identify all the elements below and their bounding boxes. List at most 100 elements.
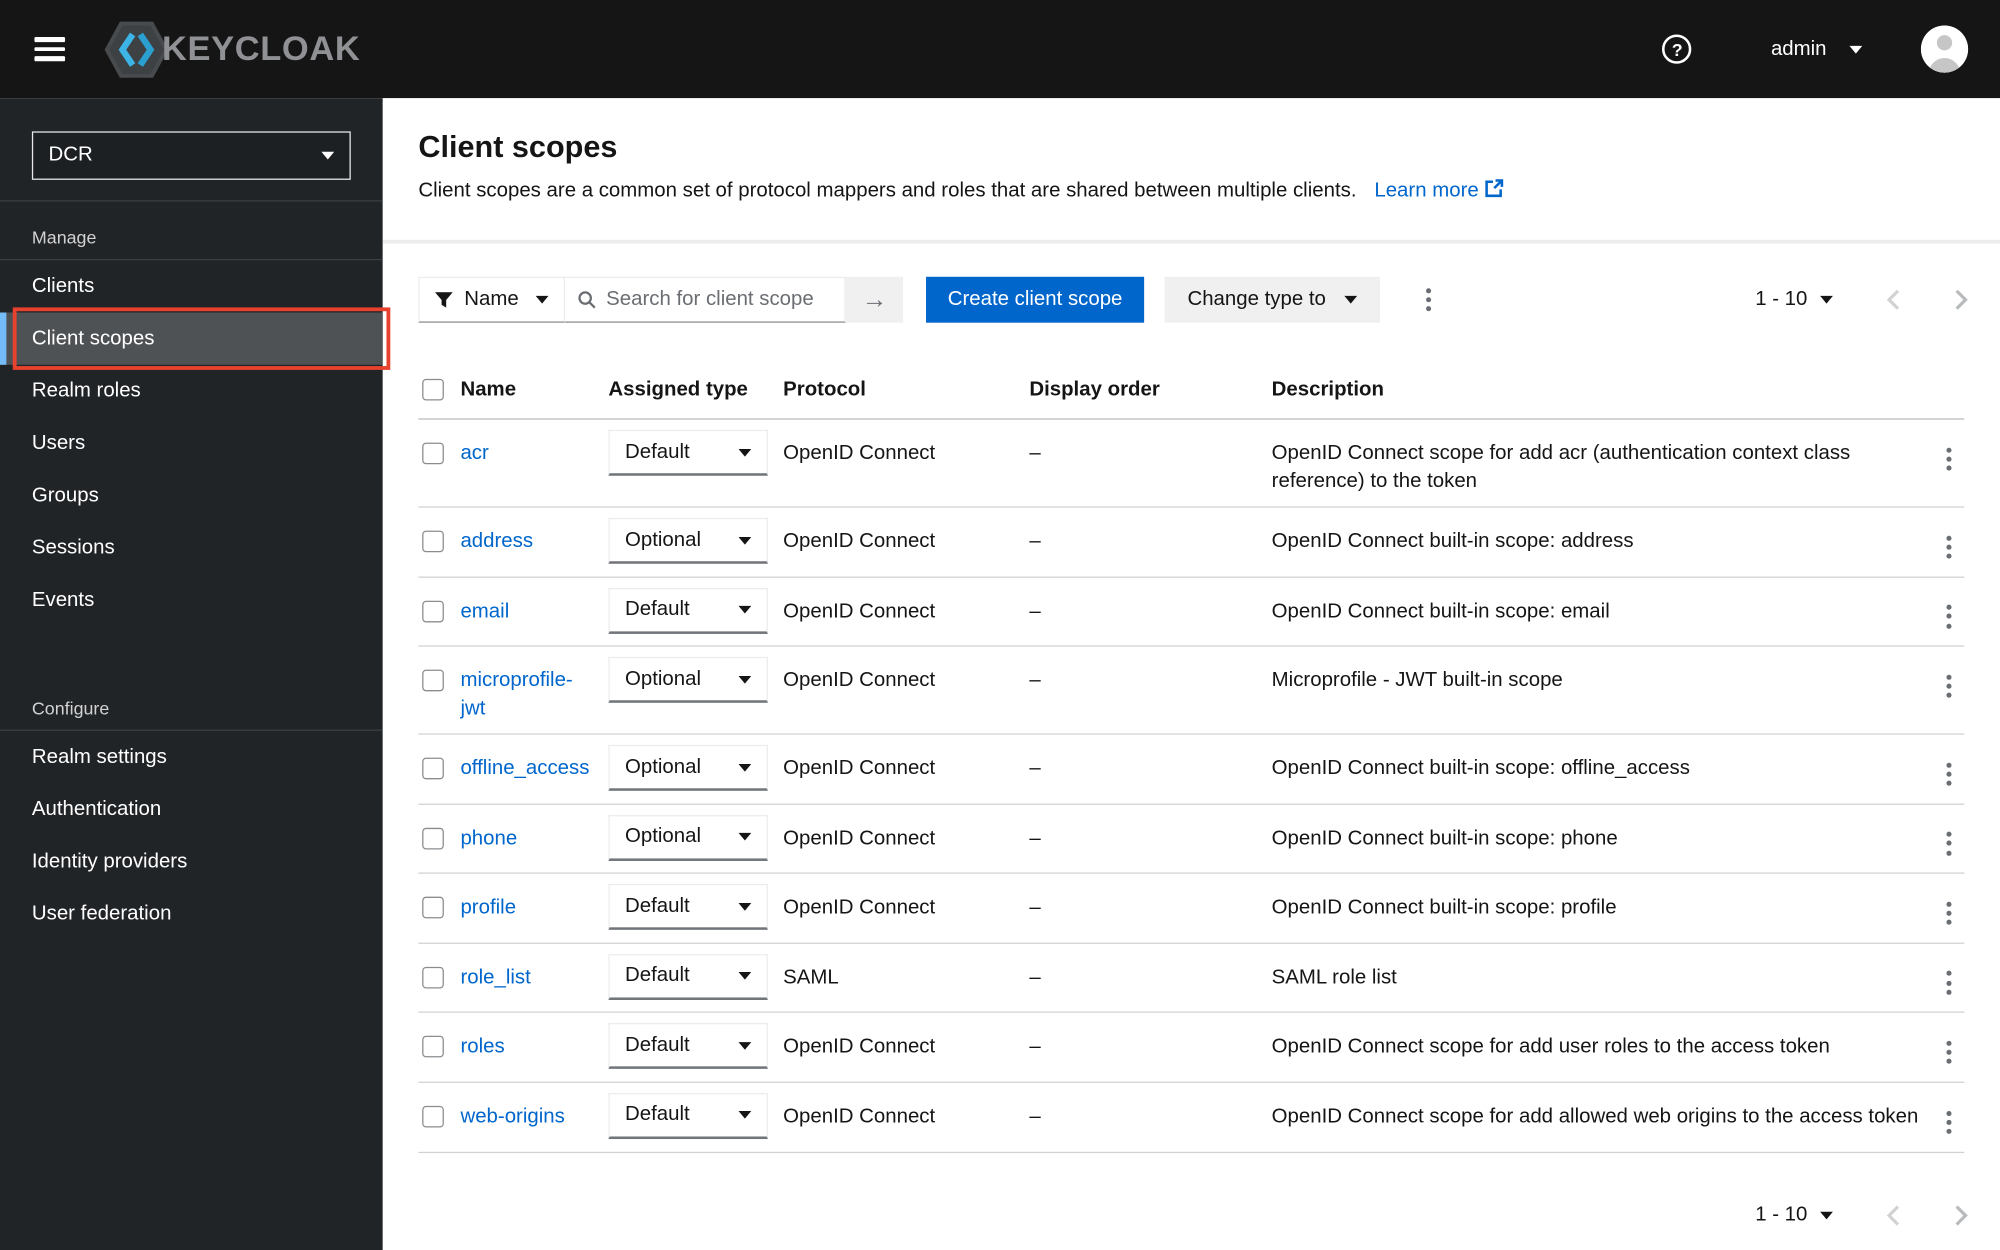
- row-kebab-icon[interactable]: [1941, 755, 1956, 793]
- client-scope-link[interactable]: phone: [460, 825, 517, 853]
- client-scope-link[interactable]: profile: [460, 894, 516, 922]
- assigned-type-select[interactable]: Optional: [608, 657, 768, 703]
- display-order-cell: –: [1029, 669, 1041, 692]
- row-kebab-icon[interactable]: [1941, 894, 1956, 932]
- filter-icon: [434, 291, 453, 308]
- assigned-type-select[interactable]: Optional: [608, 745, 768, 791]
- create-client-scope-button[interactable]: Create client scope: [926, 276, 1145, 323]
- chevron-right-icon[interactable]: [1954, 1203, 1968, 1226]
- table-row: role_list Default SAML – SAML role list: [418, 944, 1965, 1014]
- row-kebab-icon[interactable]: [1941, 825, 1956, 863]
- caret-down-icon: [738, 763, 752, 772]
- table-row: acr Default OpenID Connect – OpenID Conn…: [418, 420, 1965, 508]
- sidebar-item-groups[interactable]: Groups: [0, 469, 383, 521]
- pagination-range-dropdown[interactable]: 1 - 10: [1755, 288, 1833, 311]
- toolbar: Name → Create client scope Change type t…: [418, 276, 1968, 323]
- search-submit-button[interactable]: →: [845, 276, 904, 323]
- select-all-checkbox[interactable]: [422, 378, 444, 401]
- row-checkbox[interactable]: [422, 966, 444, 989]
- search-type-dropdown[interactable]: Name: [418, 276, 566, 323]
- protocol-cell: SAML: [783, 966, 839, 989]
- client-scope-link[interactable]: roles: [460, 1034, 504, 1062]
- row-checkbox[interactable]: [422, 827, 444, 850]
- row-kebab-icon[interactable]: [1941, 964, 1956, 1002]
- row-checkbox[interactable]: [422, 442, 444, 465]
- masthead-actions: ? admin: [1662, 25, 1969, 73]
- assigned-type-select[interactable]: Default: [608, 1023, 768, 1070]
- description-cell: Microprofile - JWT built-in scope: [1271, 669, 1563, 692]
- row-kebab-icon[interactable]: [1941, 440, 1956, 478]
- sidebar-item-user-federation[interactable]: User federation: [0, 888, 383, 940]
- row-checkbox[interactable]: [422, 897, 444, 919]
- row-checkbox[interactable]: [422, 757, 444, 780]
- sidebar-item-clients[interactable]: Clients: [0, 260, 383, 312]
- column-header-name: Name: [460, 378, 517, 401]
- assigned-type-select[interactable]: Default: [608, 587, 768, 634]
- caret-down-icon: [738, 536, 752, 545]
- row-kebab-icon[interactable]: [1941, 1034, 1956, 1072]
- help-icon[interactable]: ?: [1662, 34, 1692, 64]
- row-checkbox[interactable]: [422, 600, 444, 622]
- description-cell: OpenID Connect scope for add acr (authen…: [1271, 442, 1851, 493]
- change-type-dropdown[interactable]: Change type to: [1164, 276, 1380, 323]
- assigned-type-value: Optional: [624, 825, 702, 848]
- client-scope-link[interactable]: address: [460, 528, 533, 556]
- sidebar-item-client-scopes[interactable]: Client scopes: [0, 307, 391, 370]
- sidebar-item-realm-roles[interactable]: Realm roles: [0, 365, 383, 417]
- client-scope-link[interactable]: web-origins: [460, 1103, 564, 1131]
- sidebar-item-sessions[interactable]: Sessions: [0, 522, 383, 574]
- assigned-type-select[interactable]: Default: [608, 429, 768, 476]
- page-description: Client scopes are a common set of protoc…: [418, 177, 1964, 204]
- assigned-type-value: Default: [624, 895, 690, 917]
- sidebar-item-users[interactable]: Users: [0, 417, 383, 469]
- row-kebab-icon[interactable]: [1941, 598, 1956, 636]
- search-input[interactable]: [606, 288, 832, 312]
- row-kebab-icon[interactable]: [1941, 667, 1956, 705]
- table-row: phone Optional OpenID Connect – OpenID C…: [418, 804, 1965, 875]
- protocol-cell: OpenID Connect: [783, 1036, 936, 1058]
- row-checkbox[interactable]: [422, 1036, 444, 1058]
- hamburger-icon[interactable]: [34, 32, 66, 66]
- assigned-type-select[interactable]: Default: [608, 953, 768, 1000]
- row-checkbox[interactable]: [422, 669, 444, 692]
- chevron-right-icon[interactable]: [1954, 288, 1968, 311]
- row-kebab-icon[interactable]: [1941, 528, 1956, 566]
- table-row: web-origins Default OpenID Connect – Ope…: [418, 1083, 1965, 1153]
- realm-selector[interactable]: DCR: [31, 131, 351, 180]
- brand-text: KEYCLOAK: [161, 29, 361, 68]
- protocol-cell: OpenID Connect: [783, 530, 936, 553]
- assigned-type-select[interactable]: Default: [608, 1093, 768, 1139]
- chevron-left-icon[interactable]: [1886, 1203, 1900, 1226]
- sidebar-nav: Manage Clients Client scopes Realm roles Use…: [0, 202, 391, 941]
- protocol-cell: OpenID Connect: [783, 442, 936, 465]
- sidebar-item-events[interactable]: Events: [0, 574, 383, 626]
- avatar[interactable]: [1920, 25, 1969, 73]
- pagination-range-dropdown[interactable]: 1 - 10: [1755, 1203, 1833, 1226]
- assigned-type-select[interactable]: Optional: [608, 814, 768, 861]
- display-order-cell: –: [1029, 1105, 1041, 1128]
- assigned-type-select[interactable]: Optional: [608, 517, 768, 564]
- row-checkbox[interactable]: [422, 530, 444, 553]
- row-checkbox[interactable]: [422, 1105, 444, 1128]
- sidebar-item-realm-settings[interactable]: Realm settings: [0, 731, 383, 783]
- sidebar-item-authentication[interactable]: Authentication: [0, 783, 383, 835]
- client-scope-link[interactable]: offline_access: [460, 755, 589, 783]
- caret-down-icon: [738, 833, 752, 841]
- protocol-cell: OpenID Connect: [783, 757, 936, 780]
- client-scope-link[interactable]: acr: [460, 440, 488, 468]
- assigned-type-value: Default: [624, 440, 690, 463]
- toolbar-kebab-icon[interactable]: [1420, 281, 1435, 319]
- learn-more-link[interactable]: Learn more: [1374, 179, 1504, 202]
- sidebar-item-identity-providers[interactable]: Identity providers: [0, 835, 383, 887]
- row-kebab-icon[interactable]: [1941, 1103, 1956, 1141]
- caret-down-icon: [321, 151, 335, 160]
- chevron-left-icon[interactable]: [1886, 288, 1900, 311]
- client-scope-link[interactable]: role_list: [460, 964, 530, 992]
- client-scope-link[interactable]: microprofile-jwt: [460, 667, 593, 723]
- column-header-assigned-type: Assigned type: [608, 378, 748, 401]
- search-box: [565, 276, 846, 323]
- client-scope-link[interactable]: email: [460, 598, 509, 626]
- protocol-cell: OpenID Connect: [783, 1105, 936, 1128]
- assigned-type-select[interactable]: Default: [608, 884, 768, 931]
- user-dropdown[interactable]: admin: [1771, 38, 1863, 61]
